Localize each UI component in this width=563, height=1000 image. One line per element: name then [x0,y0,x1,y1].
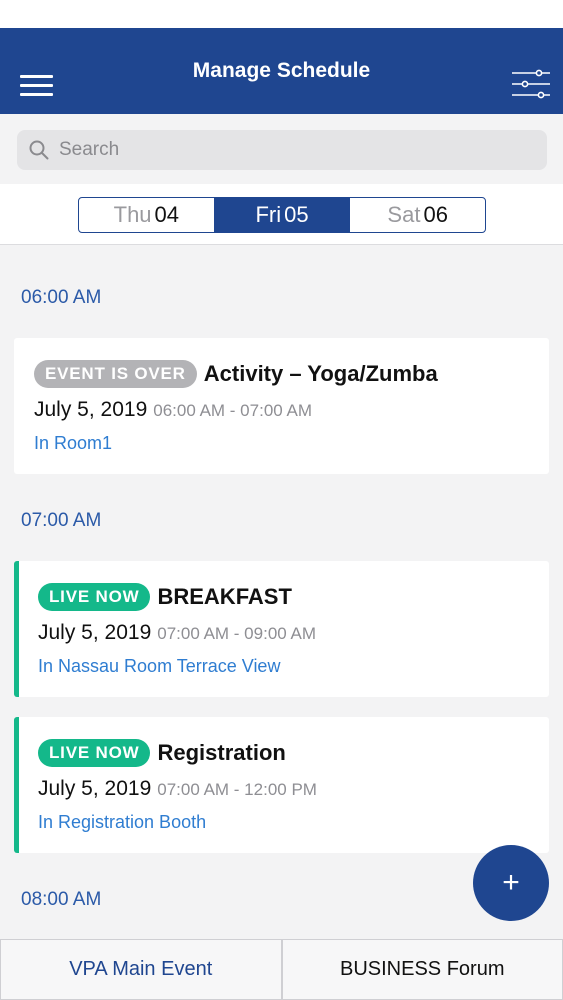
search-box[interactable] [17,130,547,170]
page-title: Manage Schedule [192,59,371,82]
plus-icon: + [502,866,520,899]
event-over-badge: EVENT IS OVER [34,360,197,388]
search-input[interactable] [59,139,519,161]
date-tab-dow: Thu [113,202,152,227]
event-card[interactable]: LIVE NOW BREAKFAST July 5, 2019 07:00 AM… [14,561,549,697]
date-tab-thu[interactable]: Thu 04 [79,198,215,232]
event-date: July 5, 2019 [38,621,152,644]
date-segmented-control: Thu 04 Fri 05 Sat 06 [78,197,486,233]
event-title: BREAKFAST [157,584,292,609]
tab-vpa-main-event[interactable]: VPA Main Event [0,939,282,1000]
tab-business-forum[interactable]: BUSINESS Forum [281,939,563,1000]
date-tab-day: 05 [284,202,309,227]
date-tab-dow: Sat [387,202,421,227]
time-section-header: 08:00 AM [21,889,102,910]
nav-bar: Manage Schedule [0,28,563,114]
event-time-range: 07:00 AM - 09:00 AM [157,624,317,643]
date-tab-day: 06 [423,202,448,227]
event-date: July 5, 2019 [34,398,148,421]
time-section-header: 06:00 AM [21,287,102,308]
time-section-header: 07:00 AM [21,510,102,531]
add-event-button[interactable]: + [473,845,549,921]
date-tab-dow: Fri [255,202,282,227]
filter-sliders-icon[interactable] [511,68,551,100]
bottom-tab-bar: VPA Main Event BUSINESS Forum [0,939,563,1000]
event-card[interactable]: LIVE NOW Registration July 5, 2019 07:00… [14,717,549,853]
live-now-badge: LIVE NOW [38,739,151,767]
event-time-range: 06:00 AM - 07:00 AM [153,401,313,420]
hamburger-menu-icon[interactable] [20,75,54,97]
event-room-link[interactable]: In Nassau Room Terrace View [38,656,280,677]
date-tab-sat[interactable]: Sat 06 [350,198,485,232]
event-date: July 5, 2019 [38,777,152,800]
date-tab-fri[interactable]: Fri 05 [214,198,351,232]
search-icon [29,140,49,160]
event-title: Registration [157,740,286,765]
event-room-link[interactable]: In Room1 [34,433,112,454]
event-room-link[interactable]: In Registration Booth [38,812,206,833]
search-bar-container [0,114,563,184]
status-bar [0,0,563,28]
event-title: Activity – Yoga/Zumba [203,361,438,386]
live-now-badge: LIVE NOW [38,583,151,611]
date-selector-bar: Thu 04 Fri 05 Sat 06 [0,184,563,245]
date-tab-day: 04 [154,202,180,227]
event-card[interactable]: EVENT IS OVER Activity – Yoga/Zumba July… [14,338,549,474]
event-time-range: 07:00 AM - 12:00 PM [157,780,317,799]
